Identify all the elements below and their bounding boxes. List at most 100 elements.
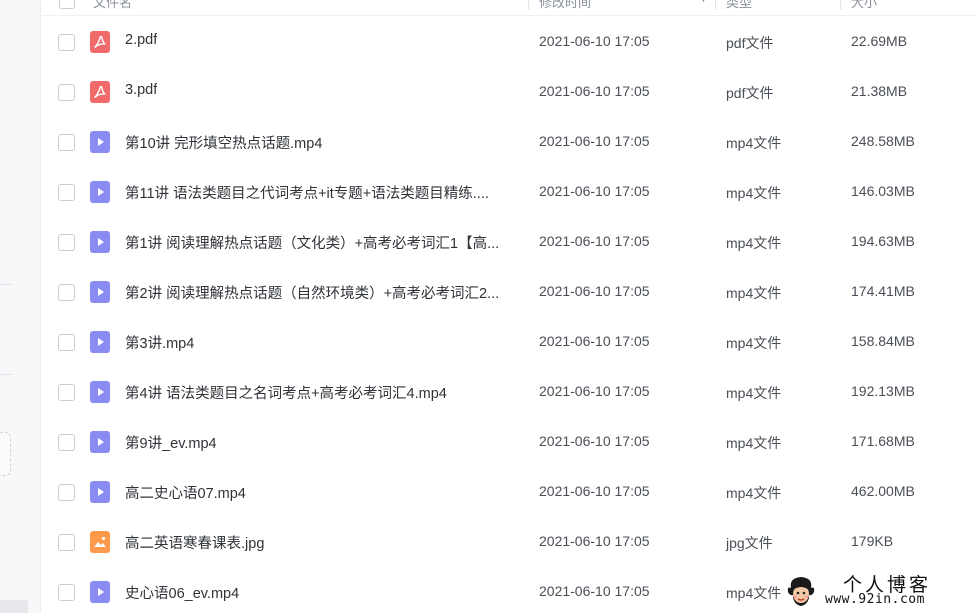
- file-name[interactable]: 2.pdf: [125, 32, 157, 48]
- pdf-icon: [90, 81, 110, 103]
- file-type: pdf文件: [726, 85, 774, 101]
- file-size: 192.13MB: [851, 383, 915, 399]
- file-type: mp4文件: [726, 585, 782, 601]
- file-modified-time: 2021-06-10 17:05: [539, 233, 650, 249]
- row-checkbox[interactable]: [58, 84, 75, 101]
- file-size: 194.63MB: [851, 233, 915, 249]
- sidebar: [0, 0, 41, 613]
- file-type: mp4文件: [726, 135, 782, 151]
- file-type: mp4文件: [726, 435, 782, 451]
- video-icon: [90, 331, 110, 353]
- file-row[interactable]: 3.pdf 2021-06-10 17:05 pdf文件 21.38MB: [42, 67, 976, 117]
- column-header-type[interactable]: 类型: [726, 0, 752, 11]
- video-icon: [90, 481, 110, 503]
- file-row[interactable]: 第9讲_ev.mp4 2021-06-10 17:05 mp4文件 171.68…: [42, 417, 976, 467]
- blog-watermark: 个人博客 www.92in.com: [781, 568, 976, 613]
- column-header-size[interactable]: 大小: [851, 0, 877, 11]
- video-icon: [90, 231, 110, 253]
- column-header-time[interactable]: 修改时间: [539, 0, 591, 11]
- sort-arrow-icon[interactable]: ▼: [699, 0, 708, 4]
- row-checkbox[interactable]: [58, 234, 75, 251]
- video-icon: [90, 281, 110, 303]
- row-checkbox[interactable]: [58, 334, 75, 351]
- row-checkbox[interactable]: [58, 584, 75, 601]
- file-modified-time: 2021-06-10 17:05: [539, 583, 650, 599]
- column-divider: [715, 0, 716, 10]
- file-size: 171.68MB: [851, 433, 915, 449]
- file-name[interactable]: 第3讲.mp4: [125, 332, 194, 353]
- file-name[interactable]: 史心语06_ev.mp4: [125, 582, 239, 603]
- cartoon-face-icon: [787, 577, 815, 606]
- image-icon: [90, 531, 110, 553]
- file-modified-time: 2021-06-10 17:05: [539, 83, 650, 99]
- file-row[interactable]: 第3讲.mp4 2021-06-10 17:05 mp4文件 158.84MB: [42, 317, 976, 367]
- sidebar-divider: [0, 374, 12, 375]
- row-checkbox[interactable]: [58, 134, 75, 151]
- file-size: 174.41MB: [851, 283, 915, 299]
- file-modified-time: 2021-06-10 17:05: [539, 483, 650, 499]
- column-header-name[interactable]: 文件名: [93, 0, 132, 11]
- file-type: mp4文件: [726, 485, 782, 501]
- file-row[interactable]: 第10讲 完形填空热点话题.mp4 2021-06-10 17:05 mp4文件…: [42, 117, 976, 167]
- row-checkbox[interactable]: [58, 484, 75, 501]
- file-name[interactable]: 第11讲 语法类题目之代词考点+it专题+语法类题目精练....: [125, 182, 489, 203]
- file-type: jpg文件: [726, 535, 773, 551]
- file-list: 2.pdf 2021-06-10 17:05 pdf文件 22.69MB 3.p…: [42, 17, 976, 613]
- file-row[interactable]: 2.pdf 2021-06-10 17:05 pdf文件 22.69MB: [42, 17, 976, 67]
- file-list-panel: 文件名 修改时间 ▼ 类型 大小 2.pdf 2021-06-10 17:05 …: [42, 0, 976, 613]
- video-icon: [90, 131, 110, 153]
- sidebar-divider: [0, 284, 12, 285]
- file-row[interactable]: 第4讲 语法类题目之名词考点+高考必考词汇4.mp4 2021-06-10 17…: [42, 367, 976, 417]
- row-checkbox[interactable]: [58, 34, 75, 51]
- file-type: mp4文件: [726, 385, 782, 401]
- file-type: pdf文件: [726, 35, 774, 51]
- file-modified-time: 2021-06-10 17:05: [539, 33, 650, 49]
- file-row[interactable]: 第11讲 语法类题目之代词考点+it专题+语法类题目精练.... 2021-06…: [42, 167, 976, 217]
- video-icon: [90, 431, 110, 453]
- column-divider: [840, 0, 841, 10]
- pdf-icon: [90, 31, 110, 53]
- file-row[interactable]: 第1讲 阅读理解热点话题（文化类）+高考必考词汇1【高... 2021-06-1…: [42, 217, 976, 267]
- file-name[interactable]: 第10讲 完形填空热点话题.mp4: [125, 132, 322, 153]
- file-name[interactable]: 第9讲_ev.mp4: [125, 432, 217, 453]
- file-size: 22.69MB: [851, 33, 908, 49]
- sidebar-scroll-strip: [0, 600, 28, 613]
- file-modified-time: 2021-06-10 17:05: [539, 383, 650, 399]
- file-size: 21.38MB: [851, 83, 908, 99]
- file-size: 146.03MB: [851, 183, 915, 199]
- file-size: 248.58MB: [851, 133, 915, 149]
- file-list-header: 文件名 修改时间 ▼ 类型 大小: [42, 0, 976, 16]
- column-divider: [528, 0, 529, 10]
- file-modified-time: 2021-06-10 17:05: [539, 283, 650, 299]
- row-checkbox[interactable]: [58, 434, 75, 451]
- file-modified-time: 2021-06-10 17:05: [539, 133, 650, 149]
- file-row[interactable]: 高二英语寒春课表.jpg 2021-06-10 17:05 jpg文件 179K…: [42, 517, 976, 567]
- file-row[interactable]: 第2讲 阅读理解热点话题（自然环境类）+高考必考词汇2... 2021-06-1…: [42, 267, 976, 317]
- file-modified-time: 2021-06-10 17:05: [539, 433, 650, 449]
- video-icon: [90, 581, 110, 603]
- file-name[interactable]: 高二英语寒春课表.jpg: [125, 532, 264, 553]
- row-checkbox[interactable]: [58, 184, 75, 201]
- row-checkbox[interactable]: [58, 284, 75, 301]
- file-size: 462.00MB: [851, 483, 915, 499]
- file-type: mp4文件: [726, 335, 782, 351]
- file-size: 179KB: [851, 533, 894, 549]
- watermark-url: www.92in.com: [825, 592, 925, 607]
- file-row[interactable]: 高二史心语07.mp4 2021-06-10 17:05 mp4文件 462.0…: [42, 467, 976, 517]
- file-name[interactable]: 第1讲 阅读理解热点话题（文化类）+高考必考词汇1【高...: [125, 232, 499, 253]
- file-name[interactable]: 3.pdf: [125, 82, 157, 98]
- row-checkbox[interactable]: [58, 534, 75, 551]
- file-modified-time: 2021-06-10 17:05: [539, 333, 650, 349]
- select-all-checkbox[interactable]: [59, 0, 75, 9]
- sidebar-card[interactable]: [0, 432, 11, 476]
- file-name[interactable]: 高二史心语07.mp4: [125, 482, 246, 503]
- file-name[interactable]: 第2讲 阅读理解热点话题（自然环境类）+高考必考词汇2...: [125, 282, 499, 303]
- video-icon: [90, 181, 110, 203]
- row-checkbox[interactable]: [58, 384, 75, 401]
- file-type: mp4文件: [726, 185, 782, 201]
- file-modified-time: 2021-06-10 17:05: [539, 533, 650, 549]
- file-name[interactable]: 第4讲 语法类题目之名词考点+高考必考词汇4.mp4: [125, 382, 447, 403]
- file-type: mp4文件: [726, 235, 782, 251]
- file-size: 158.84MB: [851, 333, 915, 349]
- file-type: mp4文件: [726, 285, 782, 301]
